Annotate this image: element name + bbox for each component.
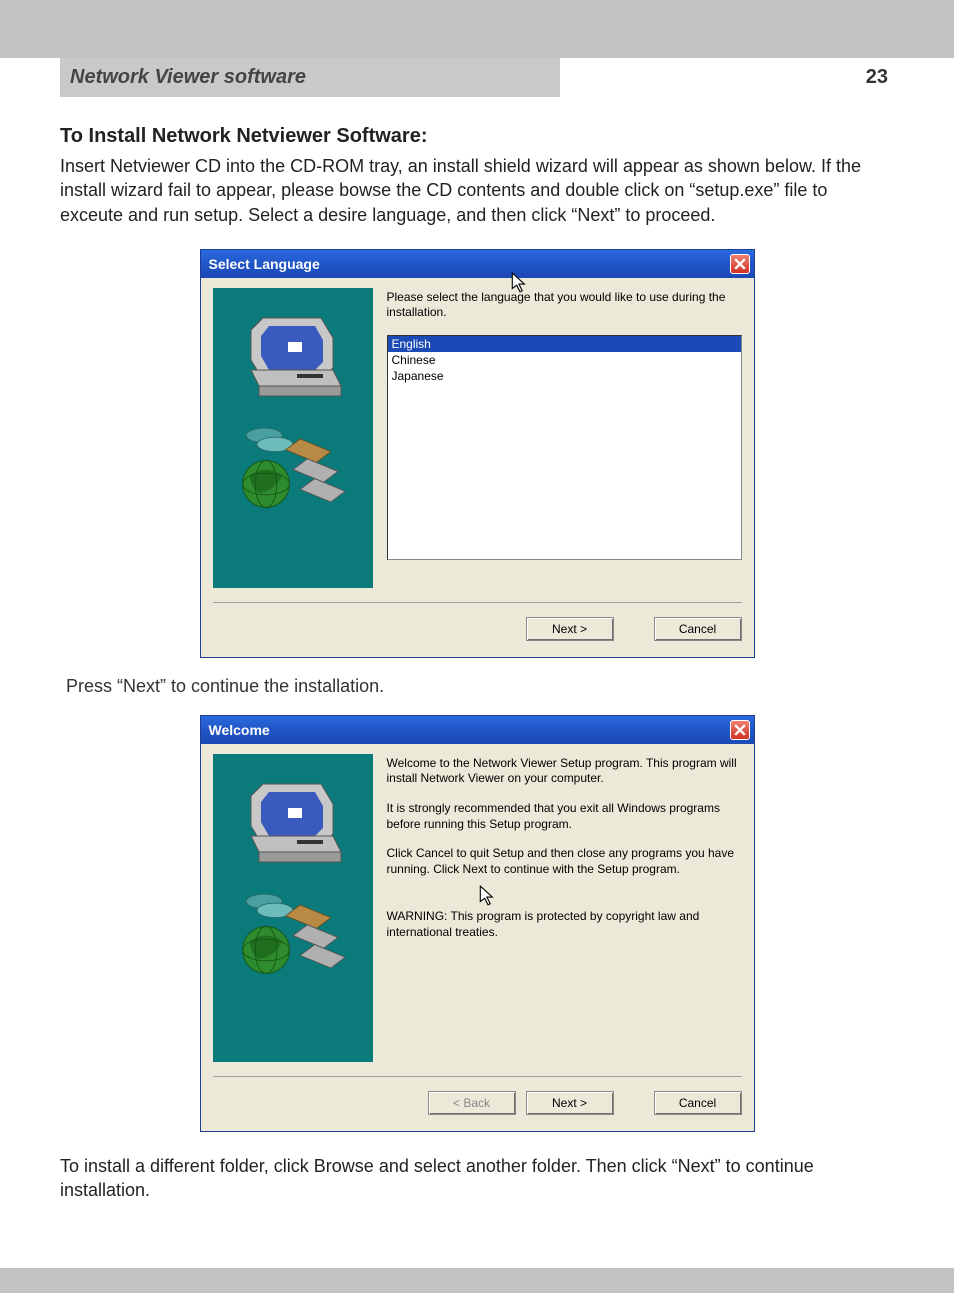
dialog-title: Select Language bbox=[209, 256, 320, 272]
titlebar: Welcome bbox=[201, 716, 754, 744]
welcome-para3: Click Cancel to quit Setup and then clos… bbox=[387, 846, 742, 877]
back-button[interactable]: < Back bbox=[428, 1091, 516, 1115]
outro-text: To install a different folder, click Bro… bbox=[60, 1154, 894, 1203]
computer-icon bbox=[243, 776, 343, 869]
section-title: Network Viewer software bbox=[70, 66, 306, 88]
welcome-para1: Welcome to the Network Viewer Setup prog… bbox=[387, 756, 742, 787]
language-option-english[interactable]: English bbox=[388, 336, 741, 352]
next-button[interactable]: Next > bbox=[526, 1091, 614, 1115]
wizard-sidebar bbox=[213, 754, 373, 1062]
content-heading: To Install Network Netviewer Software: bbox=[60, 125, 894, 148]
cursor-icon bbox=[511, 272, 529, 297]
welcome-dialog: Welcome bbox=[200, 715, 755, 1132]
intro-text: Insert Netviewer CD into the CD-ROM tray… bbox=[60, 154, 894, 227]
next-button[interactable]: Next > bbox=[526, 617, 614, 641]
discs-globe-icon bbox=[233, 887, 353, 980]
welcome-para4: WARNING: This program is protected by co… bbox=[387, 909, 742, 940]
cancel-button[interactable]: Cancel bbox=[654, 1091, 742, 1115]
wizard-sidebar bbox=[213, 288, 373, 588]
close-icon[interactable] bbox=[730, 720, 750, 740]
page-number: 23 bbox=[866, 66, 888, 88]
language-prompt: Please select the language that you woul… bbox=[387, 290, 742, 321]
language-option-chinese[interactable]: Chinese bbox=[388, 352, 741, 368]
language-listbox[interactable]: English Chinese Japanese bbox=[387, 335, 742, 560]
language-option-japanese[interactable]: Japanese bbox=[388, 368, 741, 384]
cursor-icon bbox=[479, 885, 497, 910]
titlebar: Select Language bbox=[201, 250, 754, 278]
select-language-dialog: Select Language bbox=[200, 249, 755, 658]
dialog-title: Welcome bbox=[209, 722, 270, 738]
welcome-para2: It is strongly recommended that you exit… bbox=[387, 801, 742, 832]
close-icon[interactable] bbox=[730, 254, 750, 274]
discs-globe-icon bbox=[233, 421, 353, 514]
cancel-button[interactable]: Cancel bbox=[654, 617, 742, 641]
section-header: Network Viewer software 23 bbox=[60, 58, 894, 97]
mid-text: Press “Next” to continue the installatio… bbox=[66, 676, 894, 697]
computer-icon bbox=[243, 310, 343, 403]
